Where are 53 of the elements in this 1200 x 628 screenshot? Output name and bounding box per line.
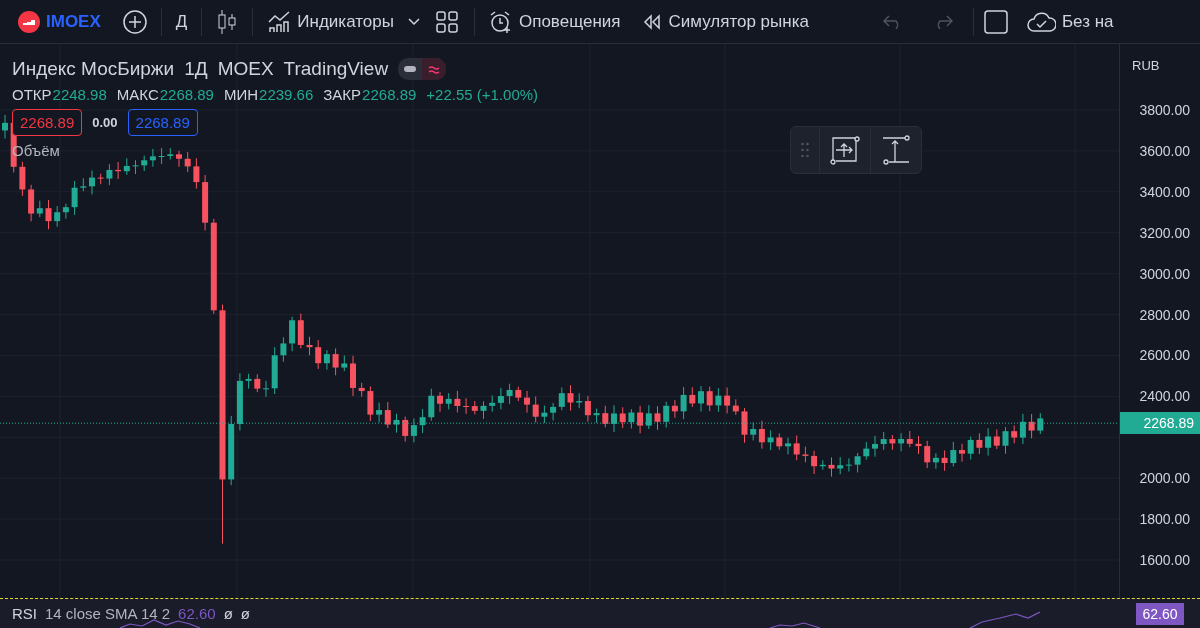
wave-icon [428, 64, 441, 74]
rsi-empty-value: ø [240, 605, 250, 622]
price-label: 3400.00 [1139, 183, 1190, 200]
logo-icon [18, 10, 40, 33]
date-price-range-icon[interactable] [830, 135, 860, 165]
rsi-empty-value: ø [223, 605, 233, 622]
rsi-params: 14 close SMA 14 2 [45, 605, 171, 622]
price-label: 1600.00 [1139, 552, 1190, 568]
exchange-label: MOEX [217, 58, 274, 80]
rsi-value-badge: 62.60 [1136, 602, 1184, 625]
price-label: 3600.00 [1139, 142, 1190, 159]
candles-icon[interactable] [216, 8, 239, 35]
fullscreen-icon[interactable] [983, 9, 1008, 34]
price-label: 2800.00 [1139, 306, 1190, 323]
minus-icon [404, 66, 417, 72]
ohlc-value: ОТКР2248.98 [12, 86, 107, 103]
alarm-clock-icon [488, 9, 513, 34]
source-label: TradingView [283, 58, 389, 80]
ohlc-value: ЗАКР2268.89 [323, 86, 417, 103]
interval-button[interactable]: Д [167, 5, 196, 38]
chevron-down-icon[interactable] [407, 17, 420, 26]
rsi-name: RSI [12, 605, 37, 622]
indicators-button[interactable]: Индикаторы [259, 3, 402, 40]
change-value: +22.55 (+1.00%) [426, 86, 539, 103]
price-label: 3000.00 [1139, 265, 1190, 282]
save-button[interactable]: Без на [1017, 4, 1122, 39]
sell-button[interactable]: 2268.89 [12, 109, 83, 136]
price-label: 3200.00 [1139, 224, 1190, 241]
replay-button[interactable]: Симулятор рынка [634, 5, 817, 38]
status-pill[interactable] [398, 58, 447, 80]
layout-grid-icon[interactable] [435, 10, 458, 33]
cloud-check-icon [1025, 10, 1056, 33]
price-label: 3800.00 [1139, 102, 1190, 118]
price-label: 1800.00 [1139, 511, 1190, 528]
symbol-button[interactable]: IMOEX [10, 4, 109, 39]
alerts-button[interactable]: Оповещения [480, 3, 629, 40]
price-label: 2000.00 [1139, 470, 1190, 487]
price-range-icon[interactable] [881, 135, 911, 165]
last-price-label: 2268.89 [1120, 412, 1200, 435]
rsi-value: 62.60 [178, 605, 216, 622]
symbol-title: Индекс МосБиржи [12, 58, 175, 80]
ohlc-value: МАКС2268.89 [116, 86, 214, 103]
add-symbol-icon[interactable] [122, 9, 147, 34]
buy-button[interactable]: 2268.89 [127, 109, 198, 136]
spread-value: 0.00 [92, 115, 118, 130]
price-label: 2400.00 [1139, 388, 1190, 405]
interval-label: 1Д [184, 58, 208, 80]
drag-handle-icon[interactable] [801, 142, 809, 158]
currency-label[interactable]: RUB [1132, 58, 1160, 73]
chart-icon [267, 9, 292, 34]
rewind-icon [642, 13, 663, 30]
ohlc-value: МИН2239.66 [223, 86, 314, 103]
price-label: 2600.00 [1139, 347, 1190, 364]
